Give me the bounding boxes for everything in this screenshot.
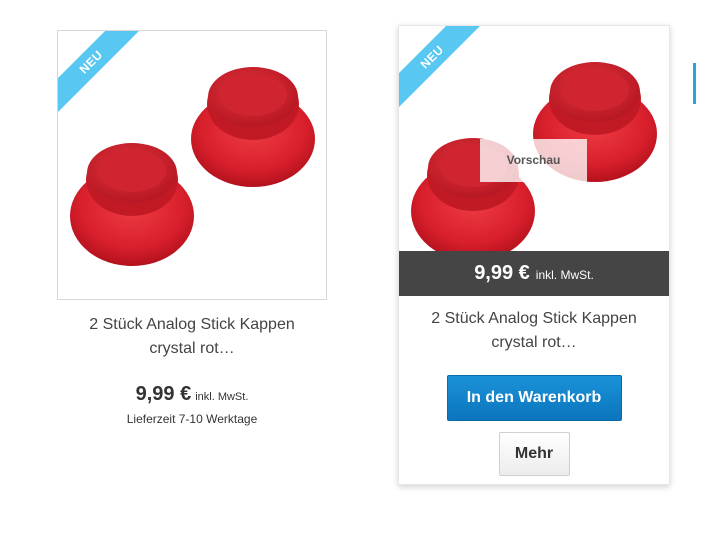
add-to-cart-button[interactable]: In den Warenkorb [446,375,622,421]
product-title[interactable]: 2 Stück Analog Stick Kappen crystal rot… [57,313,327,361]
tax-note: inkl. MwSt. [195,391,249,403]
preview-button[interactable]: Vorschau [480,139,587,182]
price-overlay-bar: 9,99 € inkl. MwSt. [399,251,669,296]
more-button[interactable]: Mehr [498,432,570,476]
new-badge-label: NEU [399,26,488,115]
price-line: 9,99 € inkl. MwSt. [57,383,327,406]
product-title-line-2[interactable]: crystal rot… [399,331,669,355]
new-badge: NEU [399,26,488,115]
product-card-hovered[interactable]: NEU Vorschau 9,99 € inkl. MwSt. 2 Stück … [398,25,670,485]
new-badge-label: NEU [58,31,147,120]
product-image-frame[interactable]: NEU [399,26,669,296]
new-badge: NEU [58,31,147,120]
product-image-frame[interactable]: NEU [57,30,327,300]
product-title-line-1[interactable]: 2 Stück Analog Stick Kappen [57,313,327,337]
next-card-edge [693,63,696,104]
tax-note: inkl. MwSt. [535,268,594,282]
delivery-time: Lieferzeit 7-10 Werktage [126,412,258,426]
product-price: 9,99 € [135,383,192,405]
product-card[interactable]: NEU 2 Stück Analog Stick Kappen crystal … [57,30,327,426]
stick-cap-back [191,67,315,187]
stick-cap-front [70,143,194,266]
product-title-line-2[interactable]: crystal rot… [57,337,327,361]
product-title[interactable]: 2 Stück Analog Stick Kappen crystal rot… [399,307,669,355]
product-title-line-1[interactable]: 2 Stück Analog Stick Kappen [399,307,669,331]
product-price: 9,99 € [474,262,530,284]
